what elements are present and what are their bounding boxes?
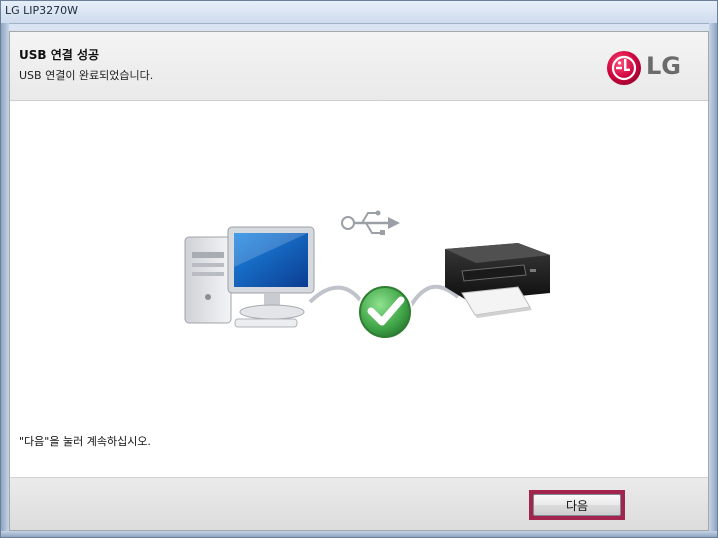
checkmark-icon (357, 284, 413, 340)
title-bar[interactable]: LG LIP3270W (1, 1, 717, 24)
lg-logo-icon (607, 51, 641, 85)
computer-icon (184, 226, 315, 328)
dialog-client-area: USB 연결 성공 USB 연결이 완료되었습니다. LG "다음"을 눌러 계… (9, 31, 709, 531)
usb-icon (341, 210, 400, 235)
page-subtitle: USB 연결이 완료되었습니다. (19, 69, 154, 82)
dialog-content: "다음"을 눌러 계속하십시오. (10, 101, 708, 478)
dialog-footer: 다음 (10, 478, 708, 530)
instruction-text: "다음"을 눌러 계속하십시오. (19, 435, 151, 448)
window-title: LG LIP3270W (5, 4, 79, 17)
window-frame-left (1, 23, 9, 537)
installer-window: LG LIP3270W USB 연결 성공 USB 연결이 완료되었습니다. L… (0, 0, 718, 538)
printer-icon (445, 243, 550, 318)
next-button-highlight[interactable]: 다음 (529, 490, 625, 520)
window-frame-right (709, 23, 717, 537)
lg-logo: LG (606, 50, 696, 86)
next-button[interactable]: 다음 (533, 494, 621, 516)
dialog-header: USB 연결 성공 USB 연결이 완료되었습니다. LG (10, 32, 708, 101)
lg-logo-text: LG (646, 52, 681, 80)
window-frame-bottom (1, 531, 717, 537)
usb-connection-illustration (184, 210, 550, 340)
page-title: USB 연결 성공 (19, 48, 100, 62)
